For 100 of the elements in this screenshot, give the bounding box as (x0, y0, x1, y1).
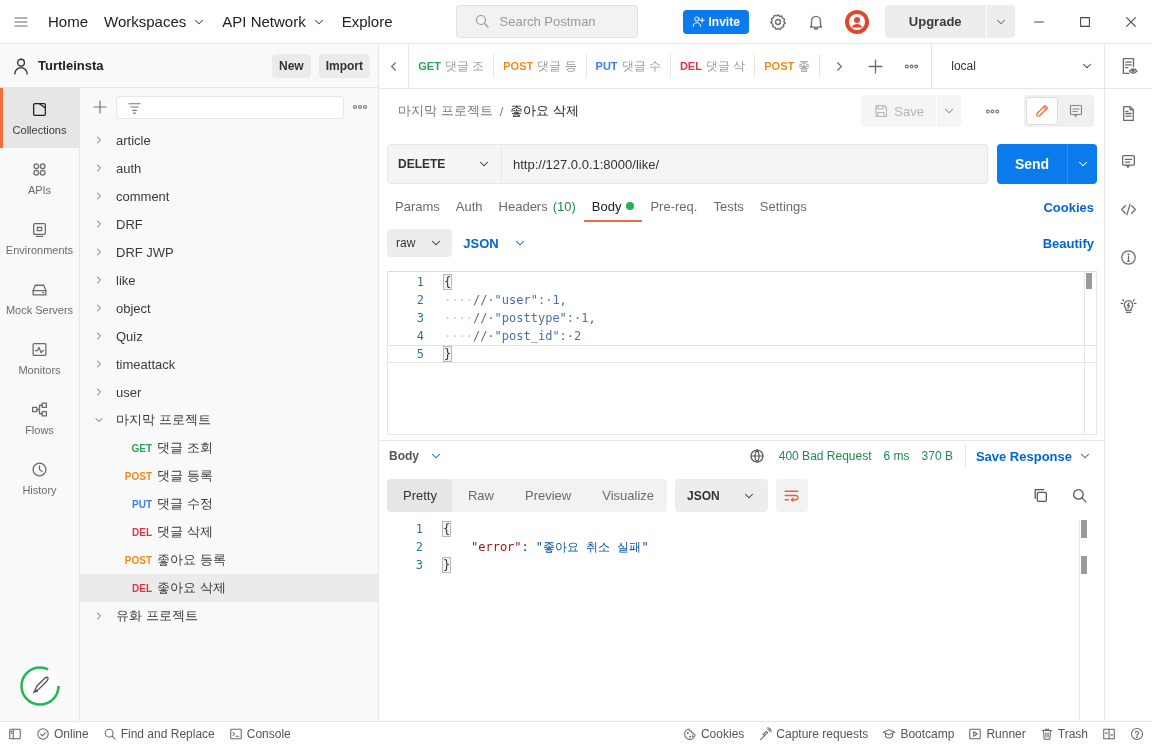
status-bar-item[interactable]: Online (36, 726, 89, 741)
search-icon[interactable] (1071, 487, 1088, 504)
lightbulb-icon[interactable] (1120, 296, 1137, 314)
collection-name[interactable]: DRF (116, 216, 143, 232)
format-dropdown[interactable]: JSON (675, 479, 768, 512)
nav-menu-item[interactable]: Explore (334, 7, 400, 36)
request-item[interactable]: DEL 댓글 삭제 (80, 518, 378, 546)
status-bar-item[interactable]: Find and Replace (102, 726, 215, 741)
request-tab[interactable]: Auth (447, 192, 491, 222)
request-item[interactable]: GET 댓글 조회 (80, 434, 378, 462)
cookies-link[interactable]: Cookies (1043, 191, 1094, 215)
sidebar-icon[interactable] (8, 726, 22, 741)
collection-name[interactable]: auth (116, 160, 142, 176)
collection-name[interactable]: article (116, 132, 151, 148)
collection-name[interactable]: Quiz (116, 328, 143, 344)
invite-button[interactable]: Invite (682, 9, 749, 34)
add-icon[interactable] (92, 99, 108, 115)
close-icon[interactable] (1124, 14, 1138, 29)
request-tab[interactable]: Tests (705, 192, 752, 222)
collection-name[interactable]: 마지막 프로젝트 (116, 411, 211, 429)
settings-button[interactable] (768, 12, 787, 31)
request-item[interactable]: POST 좋아요 등록 (80, 546, 378, 574)
status-bar-item[interactable]: Console (228, 726, 291, 741)
comment-icon (1068, 103, 1084, 119)
trash-icon (1039, 726, 1054, 741)
request-tab[interactable]: Settings (751, 192, 815, 222)
workspace-button[interactable]: New (271, 53, 311, 78)
request-tab[interactable]: Pre-req. (642, 192, 706, 222)
request-tab[interactable]: Body (583, 192, 643, 222)
nav-menu-item[interactable]: API Network (215, 7, 333, 36)
scrollbar-thumb[interactable] (1086, 273, 1092, 289)
scrollbar-thumb[interactable] (1081, 556, 1087, 574)
response-time: 6 ms (883, 449, 910, 463)
collection-name[interactable]: user (116, 384, 142, 400)
console-icon (228, 726, 243, 741)
scrollbar-thumb[interactable] (1081, 520, 1087, 538)
copy-icon[interactable] (1032, 487, 1049, 504)
breadcrumb-link[interactable]: 마지막 프로젝트 (398, 102, 493, 120)
nav-menu-item[interactable]: Home (41, 7, 95, 36)
request-title: 좋아요 삭제 (510, 102, 579, 120)
nav-rail-item[interactable]: Monitors (0, 328, 79, 388)
search-icon (102, 726, 117, 741)
status-bar-item[interactable]: Runner (968, 726, 1026, 741)
method-label: GET (418, 60, 441, 72)
progress-ring-icon[interactable] (19, 666, 60, 706)
nav-rail-item[interactable]: Flows (0, 388, 79, 448)
beautify-link[interactable]: Beautify (1042, 235, 1094, 251)
request-item[interactable]: PUT 댓글 수정 (80, 490, 378, 518)
monitor-icon (31, 340, 48, 358)
collection-name[interactable]: object (116, 300, 151, 316)
code-editor[interactable]: 1 { 2 ····//·"user":·1, 3 ····//·"posttype":·1, 4 ····//·"post_id":·2 5 } (387, 271, 1097, 435)
nav-menu-item[interactable]: Workspaces (97, 7, 214, 36)
status-bar-item[interactable]: Trash (1039, 726, 1088, 741)
nav-rail-item[interactable]: Mock Servers (0, 268, 79, 328)
request-tab[interactable]: Headers (10) (490, 192, 584, 222)
info-icon[interactable] (1120, 248, 1137, 266)
collection-name[interactable]: DRF JWP (116, 244, 174, 260)
comment-icon[interactable] (1120, 152, 1137, 170)
method-label: DEL (679, 60, 702, 72)
globe-icon (748, 448, 765, 464)
search-field[interactable]: Search Postman (455, 5, 638, 38)
two-pane-icon[interactable] (1102, 726, 1116, 741)
status-bar-item[interactable]: Cookies (682, 726, 745, 741)
status-bar-item[interactable]: Bootcamp (882, 726, 955, 741)
wrap-lines-button[interactable] (775, 479, 808, 512)
nav-rail-item[interactable]: Collections (0, 88, 79, 148)
view-tab[interactable]: Raw (451, 479, 509, 512)
save-response-button[interactable]: Save Response (964, 445, 1094, 467)
nav-rail-item[interactable]: APIs (0, 148, 79, 208)
avatar-button[interactable] (844, 9, 869, 34)
status-bar-item[interactable]: Capture requests (758, 726, 869, 741)
response-size: 370 B (921, 449, 953, 463)
line-number: 5 (415, 347, 424, 361)
collection-name[interactable]: comment (116, 188, 170, 204)
request-item[interactable]: POST 댓글 등록 (80, 462, 378, 490)
collection-name[interactable]: like (116, 272, 136, 288)
view-tab[interactable]: Visualize (586, 479, 670, 512)
collection-name[interactable]: 유화 프로젝트 (116, 607, 198, 625)
url-field[interactable]: http://127.0.0.1:8000/like/ (502, 144, 988, 184)
request-tab[interactable]: DEL 댓글 삭 (670, 54, 756, 78)
workspace-button[interactable]: Import (318, 53, 370, 78)
nav-rail-item[interactable]: History (0, 448, 79, 508)
request-item[interactable]: DEL 좋아요 삭제 (80, 574, 378, 602)
filter-field[interactable] (116, 95, 344, 119)
nav-rail-item[interactable]: Environments (0, 208, 79, 268)
edit-button[interactable] (1026, 97, 1058, 125)
body-mode-dropdown[interactable]: raw (387, 229, 453, 257)
add-tab-icon[interactable] (867, 57, 885, 75)
method-dropdown[interactable]: DELETE (387, 144, 502, 184)
language-dropdown[interactable]: JSON (460, 235, 530, 251)
view-tab[interactable]: Preview (509, 479, 587, 512)
play-icon (968, 726, 983, 741)
documentation-icon[interactable] (1120, 104, 1137, 122)
help-icon[interactable] (1130, 726, 1144, 741)
response-body-dropdown[interactable]: Body (389, 449, 443, 463)
request-tab[interactable]: PUT 댓글 수 (586, 54, 671, 78)
request-tab[interactable]: Params (387, 192, 448, 222)
maximize-icon[interactable] (1078, 14, 1092, 29)
view-tab[interactable]: Pretty (387, 479, 452, 512)
collection-name[interactable]: timeattack (116, 356, 176, 372)
